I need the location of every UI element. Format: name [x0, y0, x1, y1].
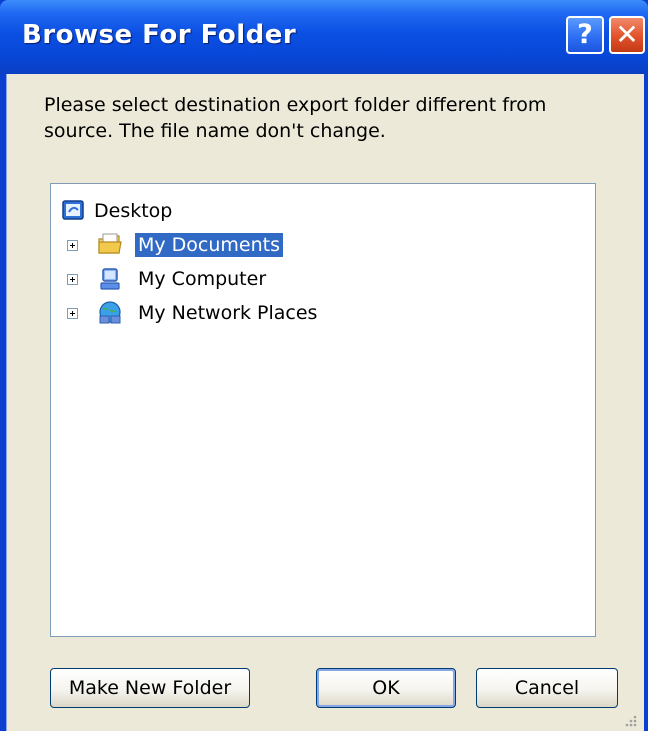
tree-label-my-documents: My Documents [135, 233, 284, 257]
make-new-folder-button[interactable]: Make New Folder [50, 668, 250, 708]
expand-icon[interactable] [67, 274, 78, 285]
resize-grip-icon[interactable] [622, 712, 638, 728]
tree-node-my-documents[interactable]: My Documents [67, 230, 284, 260]
close-button[interactable]: ✕ [609, 16, 645, 54]
expand-icon[interactable] [67, 240, 78, 251]
tree-node-my-network-places[interactable]: My Network Places [67, 298, 320, 328]
expand-icon[interactable] [67, 308, 78, 319]
ok-button[interactable]: OK [316, 668, 456, 708]
title-bar[interactable]: Browse For Folder ? ✕ [0, 0, 648, 74]
my-computer-icon [100, 268, 120, 290]
desktop-icon [62, 200, 84, 220]
dialog-title: Browse For Folder [22, 20, 297, 50]
my-documents-folder-icon [98, 233, 122, 254]
help-button[interactable]: ? [566, 16, 604, 54]
tree-node-my-computer[interactable]: My Computer [67, 264, 269, 294]
folder-tree[interactable]: Desktop My Documents My Computer My Netw… [50, 183, 596, 637]
tree-node-desktop[interactable]: Desktop [61, 196, 175, 226]
cancel-button[interactable]: Cancel [476, 668, 618, 708]
instruction-text: Please select destination export folder … [44, 94, 547, 142]
tree-label-my-computer: My Computer [138, 268, 267, 290]
tree-label-my-network-places: My Network Places [138, 302, 318, 324]
browse-for-folder-dialog: Browse For Folder ? ✕ Please select dest… [0, 0, 648, 731]
tree-label-desktop: Desktop [94, 200, 173, 222]
network-places-icon [99, 301, 121, 324]
